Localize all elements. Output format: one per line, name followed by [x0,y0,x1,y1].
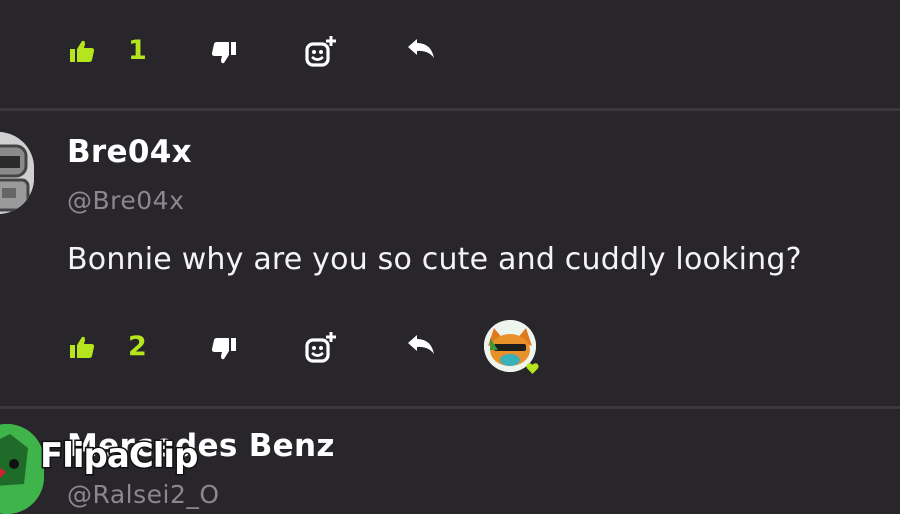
reply-icon [408,335,434,354]
like-count: 1 [128,35,147,66]
add-reaction-icon [305,332,336,363]
avatar-robot-image [0,132,34,214]
creator-heart-reaction[interactable] [484,320,540,374]
reply-icon [408,39,434,58]
add-reaction-button[interactable] [304,331,338,365]
comment-username[interactable]: Bre04x [67,134,192,170]
dislike-button[interactable] [210,335,238,363]
comment-handle[interactable]: @Ralsei2_O [67,480,220,509]
add-reaction-button[interactable] [304,35,338,69]
thumbs-down-icon [211,42,236,64]
comment-handle[interactable]: @Bre04x [67,186,184,215]
thumbs-up-icon [70,40,95,62]
comment-divider [0,108,900,111]
like-button[interactable] [68,37,96,65]
comment-divider [0,406,900,409]
avatar[interactable] [0,132,34,214]
comment-text: Bonnie why are you so cute and cuddly lo… [67,242,802,277]
reply-button[interactable] [405,333,437,359]
like-button[interactable] [68,333,96,361]
add-reaction-icon [305,36,336,67]
comment-1-actions: 1 [0,31,900,71]
heart-icon [526,360,539,374]
dislike-button[interactable] [210,39,238,67]
flipaclip-watermark: FlipaClip [38,435,199,478]
avatar[interactable] [0,424,44,514]
avatar-green-character-image [0,424,44,514]
comment-2-actions: 2 [0,320,900,374]
thumbs-down-icon [211,338,236,360]
thumbs-up-icon [70,336,95,358]
like-count: 2 [128,331,147,362]
reply-button[interactable] [405,37,437,63]
